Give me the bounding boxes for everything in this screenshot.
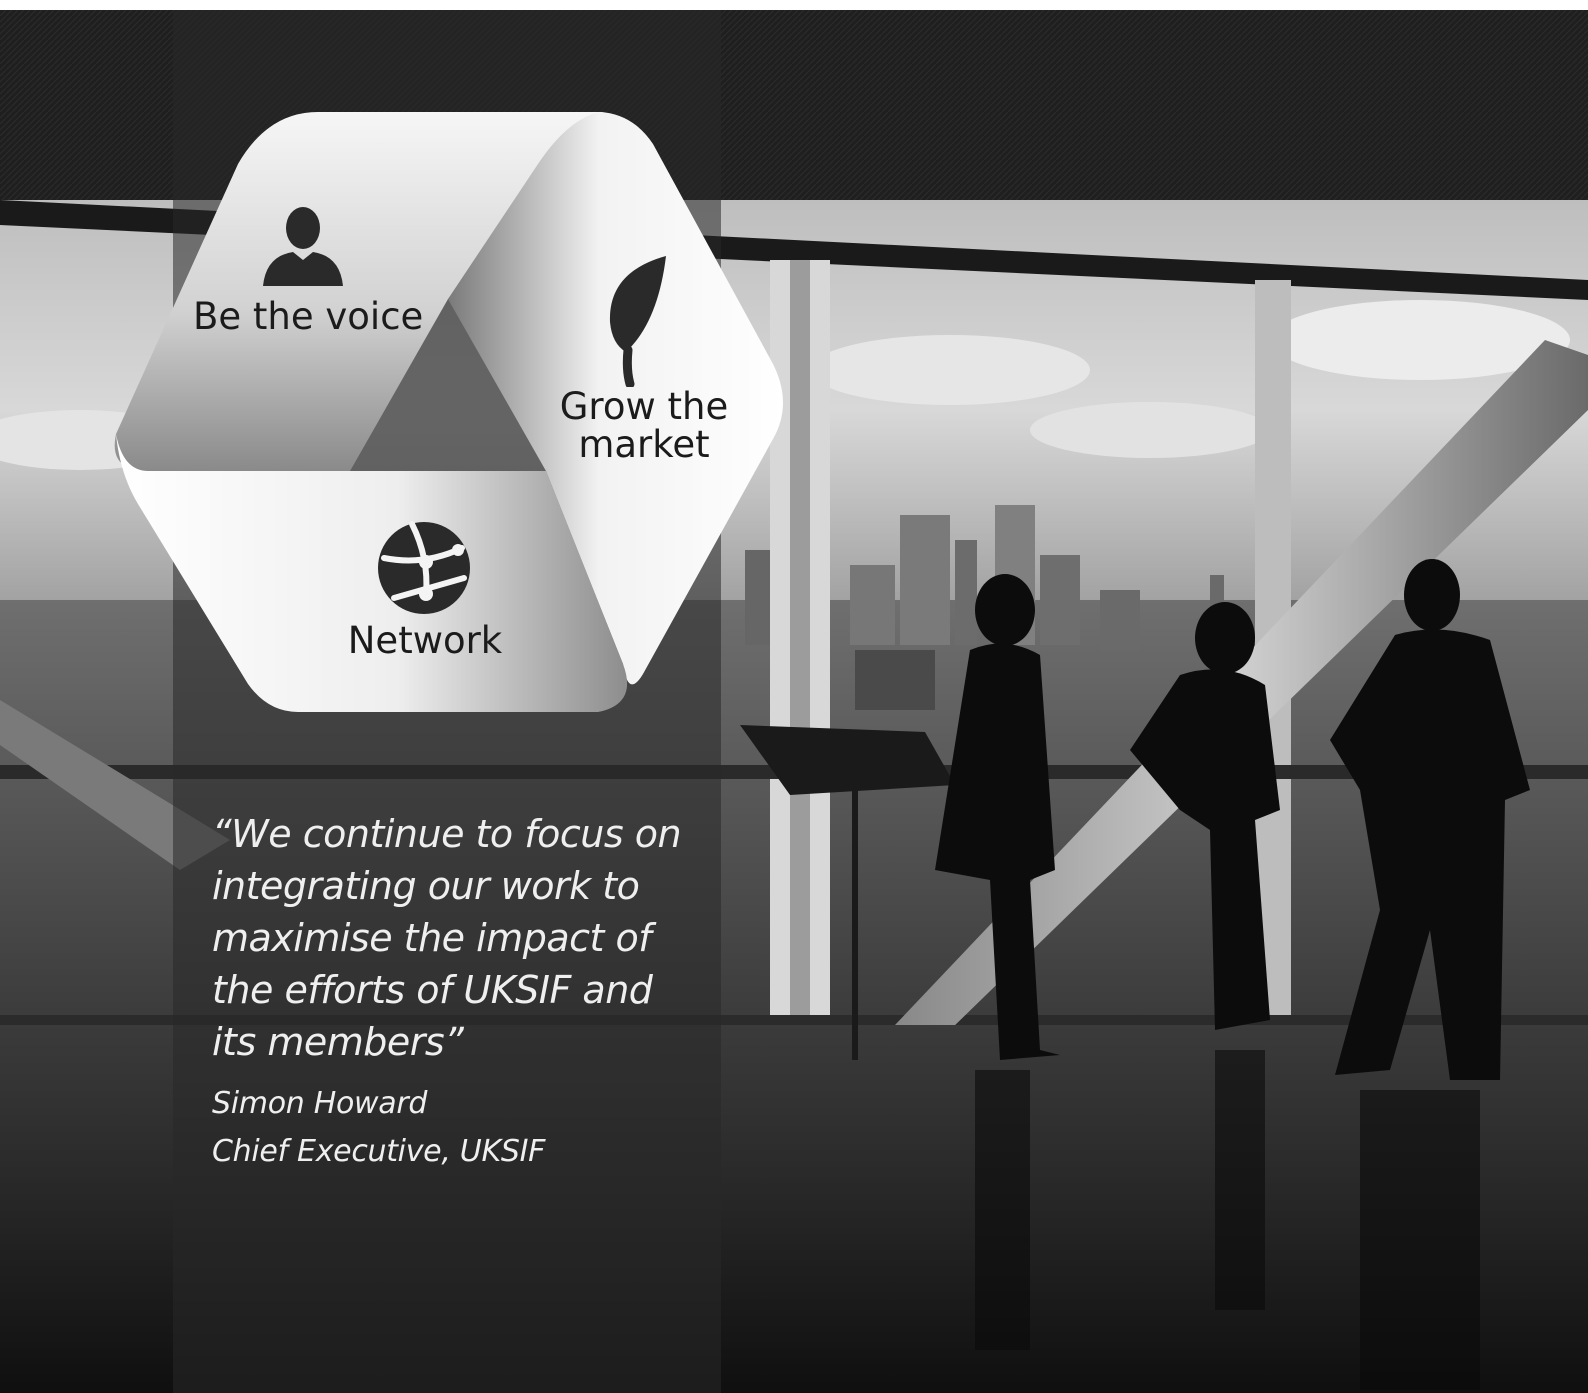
quote-role: Chief Executive, UKSIF bbox=[212, 1128, 712, 1176]
cycle-diagram: Be the voice Grow the market Network bbox=[108, 104, 788, 714]
quote-text: “We continue to focus on integrating our… bbox=[212, 808, 712, 1068]
label-be-the-voice: Be the voice bbox=[193, 298, 405, 336]
label-grow-the-market: Grow the market bbox=[556, 388, 732, 464]
leaf-icon bbox=[598, 252, 678, 387]
quote-author: Simon Howard bbox=[212, 1080, 712, 1128]
label-network: Network bbox=[340, 622, 510, 660]
quote-block: “We continue to focus on integrating our… bbox=[212, 808, 712, 1176]
person-icon bbox=[258, 204, 348, 294]
globe-network-icon bbox=[374, 518, 474, 618]
